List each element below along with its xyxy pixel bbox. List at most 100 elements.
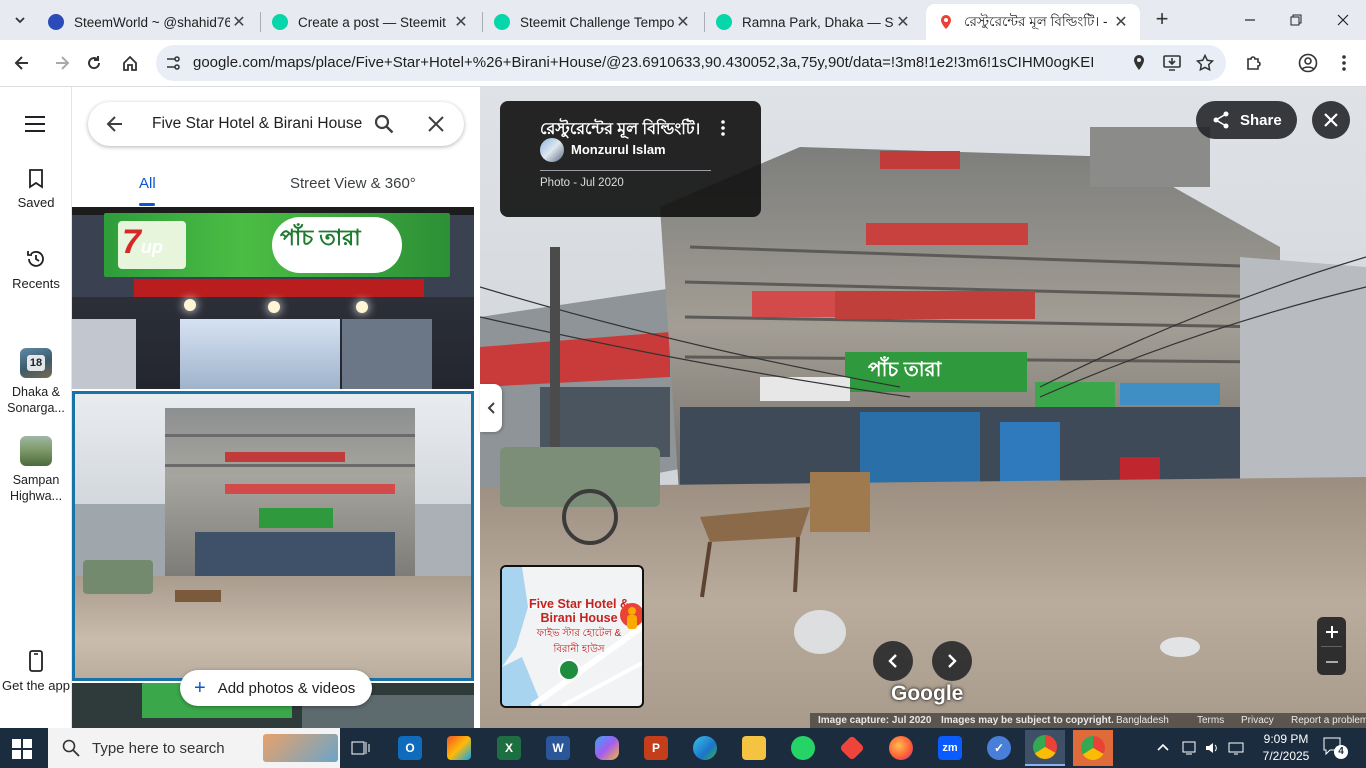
back-button[interactable] — [106, 115, 124, 133]
network-button[interactable] — [1228, 740, 1244, 756]
tab-search-dropdown[interactable] — [8, 8, 32, 32]
task-view-button[interactable] — [341, 732, 381, 764]
clear-search-button[interactable] — [427, 115, 445, 133]
store-icon — [447, 736, 471, 760]
rail-item-saved[interactable]: Saved — [0, 169, 72, 211]
share-button[interactable]: Share — [1196, 101, 1297, 139]
next-photo-button[interactable] — [932, 641, 972, 681]
store-app[interactable] — [439, 732, 479, 764]
search-box[interactable]: Five Star Hotel & Birani House — [88, 102, 464, 146]
country-label: Bangladesh — [1116, 715, 1169, 726]
copilot-app[interactable] — [587, 732, 627, 764]
close-window-button[interactable] — [1331, 8, 1355, 32]
taskbar-search-box[interactable]: Type here to search — [48, 728, 340, 768]
device-tray-icon[interactable] — [1181, 740, 1197, 756]
url-text[interactable]: google.com/maps/place/Five+Star+Hotel+%2… — [193, 45, 1093, 81]
chrome-app-active[interactable] — [1025, 730, 1065, 766]
address-bar[interactable]: google.com/maps/place/Five+Star+Hotel+%2… — [156, 45, 1226, 81]
extensions-button[interactable] — [1242, 51, 1266, 75]
firefox-app[interactable] — [881, 732, 921, 764]
browser-tab-ramna-park[interactable]: Ramna Park, Dhaka — Steem ✕ — [704, 4, 922, 40]
collapse-panel-button[interactable] — [480, 384, 502, 432]
author-avatar[interactable] — [540, 138, 564, 162]
close-tab-icon[interactable]: ✕ — [674, 12, 692, 32]
minimize-button[interactable] — [1238, 8, 1262, 32]
close-tab-icon[interactable]: ✕ — [452, 12, 470, 32]
mini-map-label-en: Five Star Hotel & Birani House — [528, 597, 630, 625]
checkmark-app[interactable]: ✓ — [979, 732, 1019, 764]
rail-item-get-app[interactable]: Get the app — [0, 650, 72, 694]
profile-button[interactable] — [1296, 51, 1320, 75]
back-button[interactable] — [10, 51, 34, 75]
show-hidden-icons-button[interactable] — [1156, 740, 1170, 754]
mini-map-label-bn: ফাইভ স্টার হোটেল & বিরানী হাউস — [536, 628, 622, 655]
notification-center-button[interactable]: 4 — [1322, 736, 1352, 760]
zoom-app[interactable]: zm — [930, 732, 970, 764]
add-photos-button[interactable]: + Add photos & videos — [180, 670, 372, 706]
restore-button[interactable] — [1284, 8, 1308, 32]
volume-button[interactable] — [1204, 740, 1220, 756]
home-button[interactable] — [118, 51, 142, 75]
zoom-in-button[interactable] — [1325, 625, 1339, 639]
add-photos-label: Add photos & videos — [217, 679, 356, 697]
photo-restaurant-front[interactable]: 7up পাঁচ তারা — [72, 207, 474, 389]
browser-menu-button[interactable] — [1332, 51, 1356, 75]
close-tab-icon[interactable]: ✕ — [894, 12, 912, 32]
rail-item-label: Saved — [17, 195, 55, 210]
system-clock[interactable]: 9:09 PM 7/2/2025 — [1258, 731, 1314, 765]
search-button[interactable] — [374, 114, 394, 134]
search-input[interactable]: Five Star Hotel & Birani House — [152, 102, 362, 146]
close-street-view-button[interactable] — [1312, 101, 1350, 139]
outlook-app[interactable]: O — [390, 732, 430, 764]
close-tab-icon[interactable]: ✕ — [1112, 12, 1130, 32]
windows-logo-icon — [12, 739, 32, 759]
excel-icon: X — [497, 736, 521, 760]
browser-tab-create-post[interactable]: Create a post — Steemit ✕ — [260, 4, 480, 40]
anydesk-app[interactable] — [832, 732, 872, 764]
terms-link[interactable]: Terms — [1197, 713, 1224, 728]
mini-map[interactable]: Five Star Hotel & Birani House ফাইভ স্টা… — [500, 565, 644, 708]
street-view-viewer[interactable]: পাঁচ তারা রেস্টুরেন্টের মূল বিল্ডিংটি। M… — [480, 87, 1366, 728]
bookmark-star-icon[interactable] — [1196, 54, 1214, 72]
close-icon — [1324, 113, 1338, 127]
search-icon — [374, 114, 394, 134]
author-name[interactable]: Monzurul Islam — [571, 142, 666, 157]
tab-all[interactable]: All — [139, 175, 156, 192]
close-icon — [1337, 14, 1349, 26]
install-app-icon[interactable] — [1163, 54, 1181, 72]
shop-sign-text: পাঁচ তারা — [868, 359, 942, 381]
new-tab-button[interactable]: + — [1150, 8, 1174, 32]
pegman-icon[interactable] — [620, 603, 642, 629]
rail-item-recents[interactable]: Recents — [0, 248, 72, 292]
rail-item-sampan[interactable]: Sampan Highwa... — [0, 436, 72, 504]
start-button[interactable] — [12, 739, 32, 759]
location-pin-icon[interactable] — [1131, 54, 1147, 72]
anydesk-icon — [839, 735, 865, 761]
count-badge: 18 — [27, 355, 45, 371]
browser-tab-steemworld[interactable]: SteemWorld ~ @shahid76 ✕ — [36, 4, 258, 40]
close-tab-icon[interactable]: ✕ — [230, 12, 248, 32]
zoom-out-button[interactable] — [1325, 655, 1339, 669]
chrome-profile-app[interactable] — [1073, 730, 1113, 766]
site-info-icon[interactable] — [165, 55, 181, 71]
powerpoint-app[interactable]: P — [636, 732, 676, 764]
browser-tab-google-maps[interactable]: রেস্টুরেন্টের মূল বিল্ডিংটি। - G ✕ — [926, 4, 1140, 40]
whatsapp-app[interactable] — [783, 732, 823, 764]
more-options-button[interactable] — [720, 119, 726, 137]
browser-tab-steemit-challenge[interactable]: Steemit Challenge Temporar ✕ — [482, 4, 702, 40]
report-problem-link[interactable]: Report a problem — [1291, 713, 1366, 728]
photo-main-building-selected[interactable] — [72, 391, 474, 681]
privacy-link[interactable]: Privacy — [1241, 713, 1274, 728]
forward-button[interactable] — [50, 51, 74, 75]
tab-street-view[interactable]: Street View & 360° — [290, 175, 416, 192]
chrome-icon — [1081, 736, 1105, 760]
rail-item-dhaka[interactable]: 18 Dhaka & Sonarga... — [0, 348, 72, 416]
reload-button[interactable] — [82, 51, 106, 75]
menu-button[interactable] — [24, 115, 46, 133]
word-app[interactable]: W — [538, 732, 578, 764]
excel-app[interactable]: X — [489, 732, 529, 764]
file-explorer-app[interactable] — [734, 732, 774, 764]
active-tab-indicator — [139, 203, 155, 206]
edge-app[interactable] — [685, 732, 725, 764]
previous-photo-button[interactable] — [873, 641, 913, 681]
